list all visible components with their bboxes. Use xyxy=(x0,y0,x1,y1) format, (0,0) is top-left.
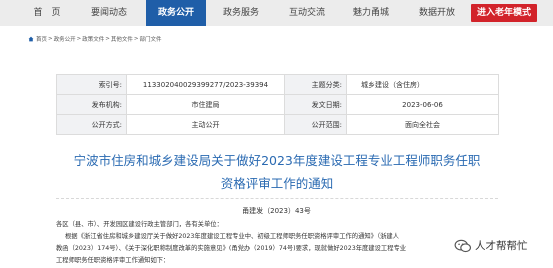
issuer-label: 发布机构: xyxy=(56,94,127,115)
nav-item-news[interactable]: 要闻动态 xyxy=(80,0,138,26)
breadcrumb-separator: > xyxy=(48,36,53,42)
watermark-text: 人才帮帮忙 xyxy=(475,240,528,252)
breadcrumb-gov-affairs[interactable]: 政务公开 xyxy=(54,35,76,43)
document-title: 宁波市住房和城乡建设局关于做好2023年度建设工程专业工程师职务任职资格评审工作… xyxy=(73,153,481,191)
document-number: 甬建发（2023）43号 xyxy=(242,207,311,215)
nav-item-government-affairs[interactable]: 政务公开 xyxy=(146,0,206,26)
table-row: 索引号: 1133020400293992​77/2023-39394 主题分类… xyxy=(56,74,499,95)
title-divider xyxy=(56,198,498,199)
nav-item-interaction[interactable]: 互动交流 xyxy=(278,0,336,26)
breadcrumb: 首页 > 政务公开 > 政策文件 > 其他文件 > 部门文件 xyxy=(28,35,162,43)
breadcrumb-other-files[interactable]: 其他文件 xyxy=(111,35,133,43)
disclosure-mode-value: 主动公开 xyxy=(126,114,285,135)
index-value: 1133020400293992​77/2023-39394 xyxy=(126,74,285,95)
index-label: 索引号: xyxy=(56,74,127,95)
date-label: 发文日期: xyxy=(284,94,347,115)
date-value: 2023-06-06 xyxy=(346,94,499,115)
disclosure-mode-label: 公开方式: xyxy=(56,114,127,135)
category-value: 城乡建设（含住房） xyxy=(346,74,499,95)
table-row: 发布机构: 市住建局 发文日期: 2023-06-06 xyxy=(56,94,499,115)
nav-item-home[interactable]: 首 页 xyxy=(18,0,76,26)
breadcrumb-department-files[interactable]: 部门文件 xyxy=(140,35,162,43)
watermark: 人才帮帮忙 xyxy=(450,236,532,255)
breadcrumb-separator: > xyxy=(76,36,82,42)
top-nav: 首 页 要闻动态 政务公开 政务服务 互动交流 魅力甬城 数据开放 进入老年模式 xyxy=(0,0,553,26)
body-line: 根据《浙江省住房和城乡建设厅关于做好2023年度建设工程专业中、初级工程师职务任… xyxy=(65,233,400,240)
breadcrumb-separator: > xyxy=(105,36,110,42)
issuer-value: 市住建局 xyxy=(126,94,285,115)
home-icon xyxy=(28,36,34,42)
breadcrumb-separator: > xyxy=(133,36,139,42)
document-metadata-table: 索引号: 1133020400293992​77/2023-39394 主题分类… xyxy=(56,74,499,135)
elder-mode-button[interactable]: 进入老年模式 xyxy=(471,4,538,22)
breadcrumb-policy-files[interactable]: 政策文件 xyxy=(82,35,104,43)
body-line: 教函（2023）174号）、《关于深化职称制度改革的实施意见》(甬党办（2019… xyxy=(56,245,407,252)
nav-item-city-charm[interactable]: 魅力甬城 xyxy=(342,0,400,26)
wechat-icon xyxy=(454,239,472,252)
breadcrumb-home[interactable]: 首页 xyxy=(36,35,47,43)
disclosure-scope-label: 公开范围: xyxy=(284,114,347,135)
disclosure-scope-value: 面向全社会 xyxy=(346,114,499,135)
body-line: 工程师职务任职资格评审工作通知如下： xyxy=(56,257,170,264)
category-label: 主题分类: xyxy=(284,74,347,95)
recipients-line: 各区（县、市）、开发园区建设行政主管部门，各有关单位： xyxy=(56,221,223,228)
table-row: 公开方式: 主动公开 公开范围: 面向全社会 xyxy=(56,114,499,135)
nav-item-services[interactable]: 政务服务 xyxy=(212,0,270,26)
nav-item-open-data[interactable]: 数据开放 xyxy=(408,0,466,26)
